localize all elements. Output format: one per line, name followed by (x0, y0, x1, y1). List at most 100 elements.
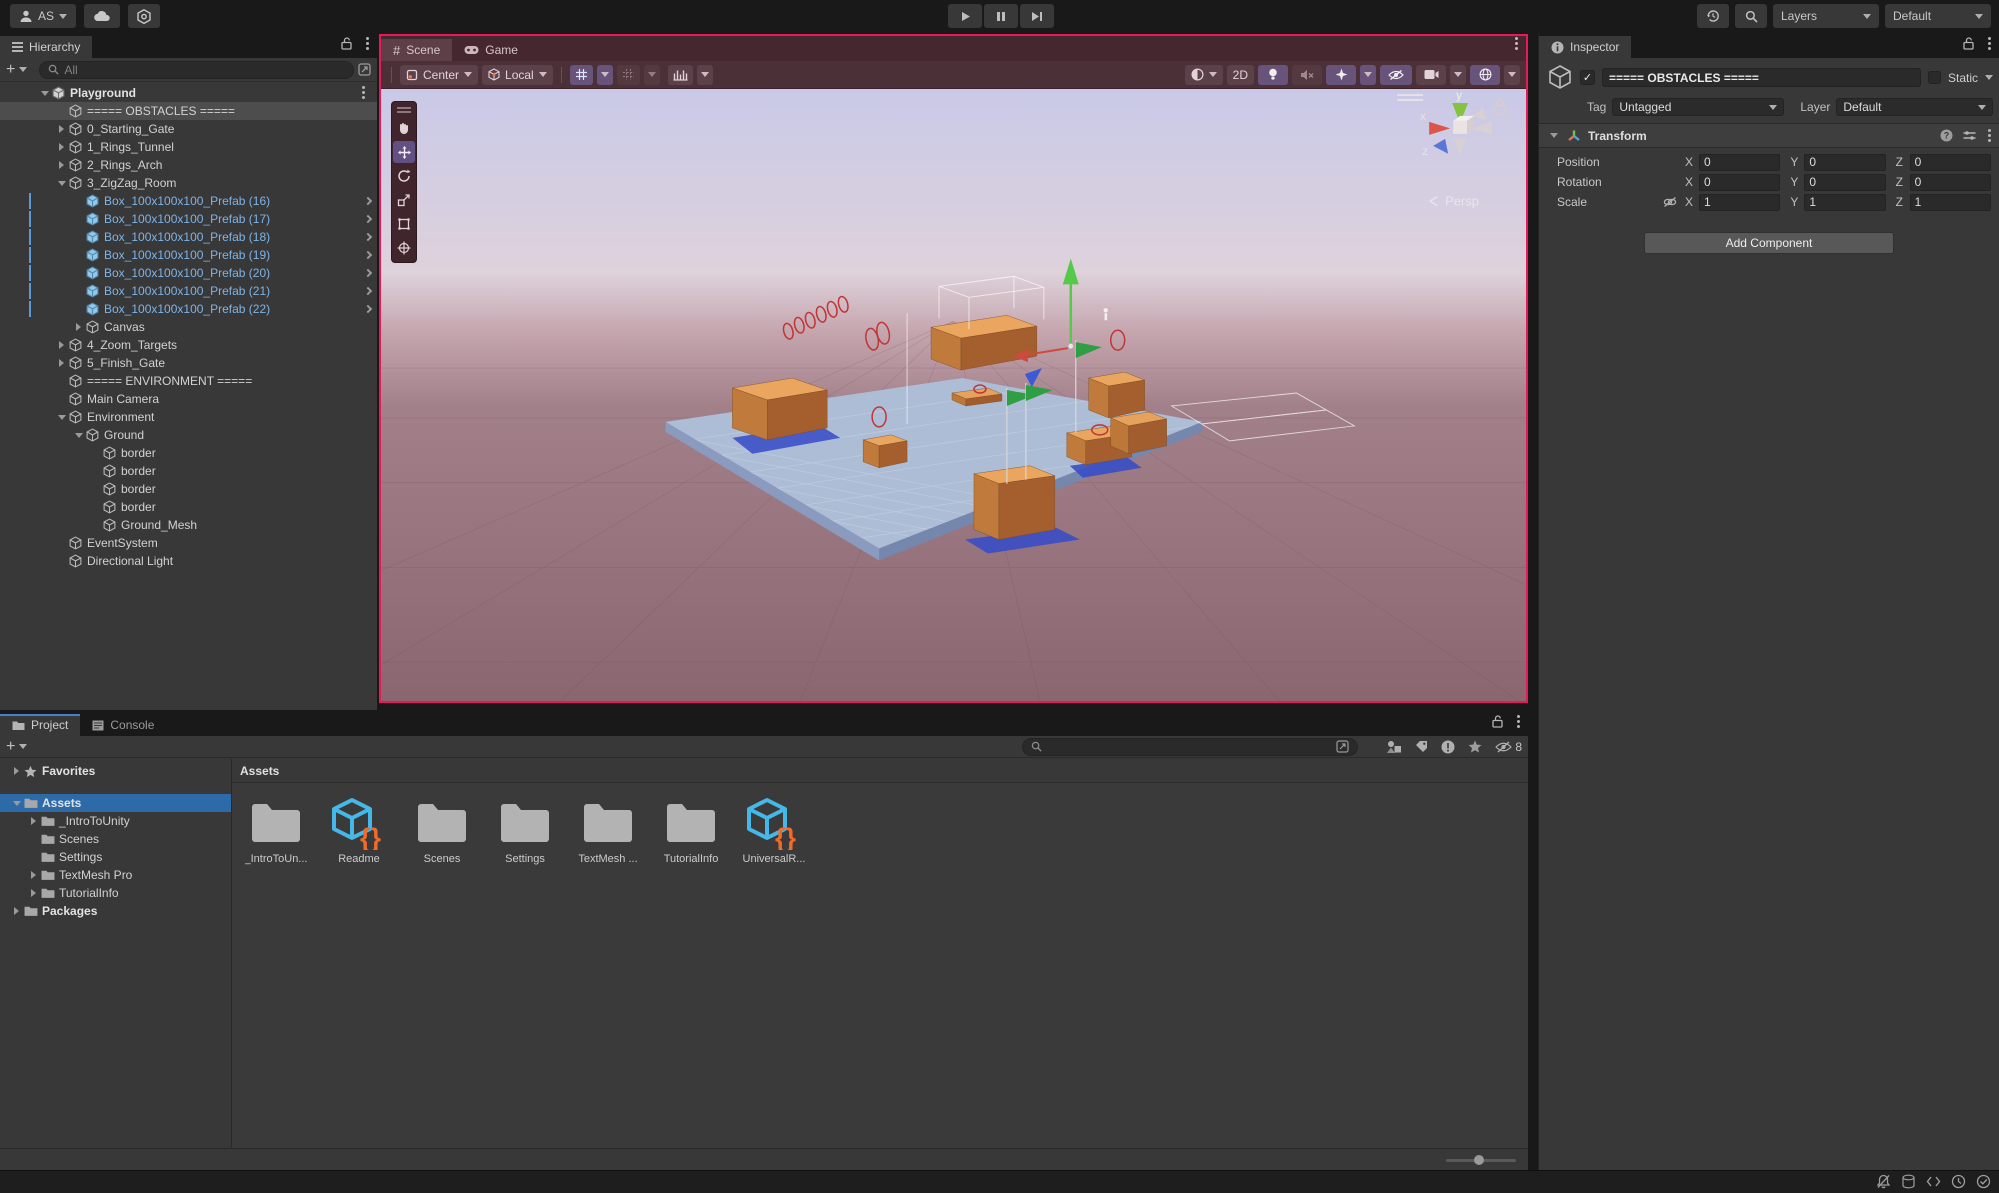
layer-dropdown[interactable]: Default (1836, 98, 1993, 116)
foldout-collapsed-icon[interactable] (55, 359, 68, 367)
asset-item[interactable]: {}Readme (319, 793, 399, 865)
effects-dropdown[interactable] (1360, 65, 1376, 85)
kebab-menu-icon[interactable] (1988, 42, 1991, 45)
effects-toggle[interactable] (1326, 65, 1356, 85)
prefab-chevron-icon[interactable] (364, 251, 372, 259)
kebab-menu-icon[interactable] (366, 42, 369, 45)
foldout-collapsed-icon[interactable] (27, 889, 40, 897)
scale-y-field[interactable] (1804, 194, 1885, 211)
gizmos-dropdown[interactable] (1504, 65, 1520, 85)
rotation-x-field[interactable] (1699, 174, 1780, 191)
foldout-collapsed-icon[interactable] (10, 767, 23, 775)
tree-item[interactable]: Canvas (0, 318, 377, 336)
search-by-label-icon[interactable] (1415, 740, 1428, 753)
gizmos-toggle[interactable] (1470, 65, 1500, 85)
tree-item[interactable]: Scenes (0, 830, 231, 848)
play-button[interactable] (948, 4, 982, 28)
prefab-chevron-icon[interactable] (364, 233, 372, 241)
notifications-muted-icon[interactable] (1876, 1174, 1891, 1189)
asset-item[interactable]: Scenes (402, 793, 482, 865)
code-optimization-icon[interactable] (1926, 1174, 1941, 1189)
search-in-window-icon[interactable] (1336, 740, 1349, 753)
2d-toggle[interactable]: 2D (1227, 65, 1254, 85)
prefab-chevron-icon[interactable] (364, 305, 372, 313)
tab-inspector[interactable]: Inspector (1539, 36, 1631, 58)
audio-toggle[interactable] (1292, 65, 1322, 85)
tree-item[interactable]: EventSystem (0, 534, 377, 552)
grid-snapping-toggle[interactable] (570, 65, 593, 85)
status-ok-icon[interactable] (1976, 1174, 1991, 1189)
foldout-collapsed-icon[interactable] (27, 871, 40, 879)
rotate-tool-button[interactable] (393, 165, 415, 187)
tree-item[interactable]: border (0, 498, 377, 516)
tree-item[interactable]: TutorialInfo (0, 884, 231, 902)
tree-item[interactable]: 5_Finish_Gate (0, 354, 377, 372)
zoom-slider[interactable] (1446, 1159, 1516, 1162)
scene-3d-view[interactable]: y x z (381, 89, 1526, 701)
prefab-chevron-icon[interactable] (364, 215, 372, 223)
tool-handle-position-dropdown[interactable]: Center (400, 65, 478, 85)
tree-item[interactable]: Environment (0, 408, 377, 426)
position-x-field[interactable] (1699, 154, 1780, 171)
foldout-collapsed-icon[interactable] (72, 323, 85, 331)
tree-item[interactable]: Assets (0, 794, 231, 812)
foldout-collapsed-icon[interactable] (55, 125, 68, 133)
measure-dropdown[interactable] (697, 65, 713, 85)
foldout-collapsed-icon[interactable] (10, 907, 23, 915)
tree-item[interactable]: TextMesh Pro (0, 866, 231, 884)
foldout-collapsed-icon[interactable] (55, 341, 68, 349)
toolbar-handle[interactable] (397, 107, 411, 109)
favorites-star-icon[interactable] (1468, 740, 1482, 753)
asset-item[interactable]: _IntroToUn... (236, 793, 316, 865)
active-checkbox[interactable]: ✓ (1580, 70, 1595, 85)
foldout-expanded-icon[interactable] (55, 415, 68, 420)
position-z-field[interactable] (1910, 154, 1991, 171)
asset-item[interactable]: TutorialInfo (651, 793, 731, 865)
grid-snapping-dropdown[interactable] (597, 65, 613, 85)
rect-tool-button[interactable] (393, 213, 415, 235)
help-icon[interactable]: ? (1940, 129, 1953, 142)
hidden-count-toggle[interactable]: 8 (1495, 740, 1522, 754)
measure-tool-button[interactable] (668, 65, 693, 85)
tree-item[interactable]: border (0, 462, 377, 480)
foldout-expanded-icon[interactable] (55, 181, 68, 186)
step-button[interactable] (1020, 4, 1054, 28)
tab-project[interactable]: Project (0, 714, 80, 736)
foldout-expanded-icon[interactable] (10, 801, 23, 806)
tree-item[interactable]: 3_ZigZag_Room (0, 174, 377, 192)
tree-item[interactable]: ===== OBSTACLES ===== (0, 102, 377, 120)
tree-item[interactable]: 0_Starting_Gate (0, 120, 377, 138)
create-asset-button[interactable]: + (6, 739, 15, 755)
tool-handle-rotation-dropdown[interactable]: Local (482, 65, 553, 85)
hierarchy-search-input[interactable]: All (39, 61, 354, 79)
scale-x-field[interactable] (1699, 194, 1780, 211)
foldout-expanded-icon[interactable] (72, 433, 85, 438)
hand-tool-button[interactable] (393, 117, 415, 139)
add-component-button[interactable]: Add Component (1644, 232, 1894, 254)
presets-icon[interactable] (1963, 130, 1976, 141)
tree-item[interactable]: border (0, 480, 377, 498)
search-by-type-icon[interactable] (1387, 740, 1402, 753)
tree-item[interactable]: Packages (0, 902, 231, 920)
asset-item[interactable]: {}UniversalR... (734, 793, 814, 865)
tree-item[interactable]: Settings (0, 848, 231, 866)
pause-button[interactable] (984, 4, 1018, 28)
transform-tool-button[interactable] (393, 237, 415, 259)
tree-item[interactable]: Main Camera (0, 390, 377, 408)
kebab-icon[interactable] (362, 91, 365, 94)
layers-dropdown[interactable]: Layers (1773, 4, 1879, 28)
chevron-down-icon[interactable] (19, 744, 27, 749)
rotation-z-field[interactable] (1910, 174, 1991, 191)
services-button[interactable] (128, 4, 160, 28)
chevron-down-icon[interactable] (19, 67, 27, 72)
tag-dropdown[interactable]: Untagged (1612, 98, 1784, 116)
scale-z-field[interactable] (1910, 194, 1991, 211)
background-tasks-icon[interactable] (1951, 1174, 1966, 1189)
object-name-field[interactable] (1602, 68, 1921, 87)
asset-item[interactable]: TextMesh ... (568, 793, 648, 865)
project-search-input[interactable] (1022, 738, 1358, 756)
static-checkbox[interactable] (1928, 71, 1941, 84)
scale-tool-button[interactable] (393, 189, 415, 211)
camera-dropdown[interactable] (1450, 65, 1466, 85)
tree-item[interactable]: 2_Rings_Arch (0, 156, 377, 174)
